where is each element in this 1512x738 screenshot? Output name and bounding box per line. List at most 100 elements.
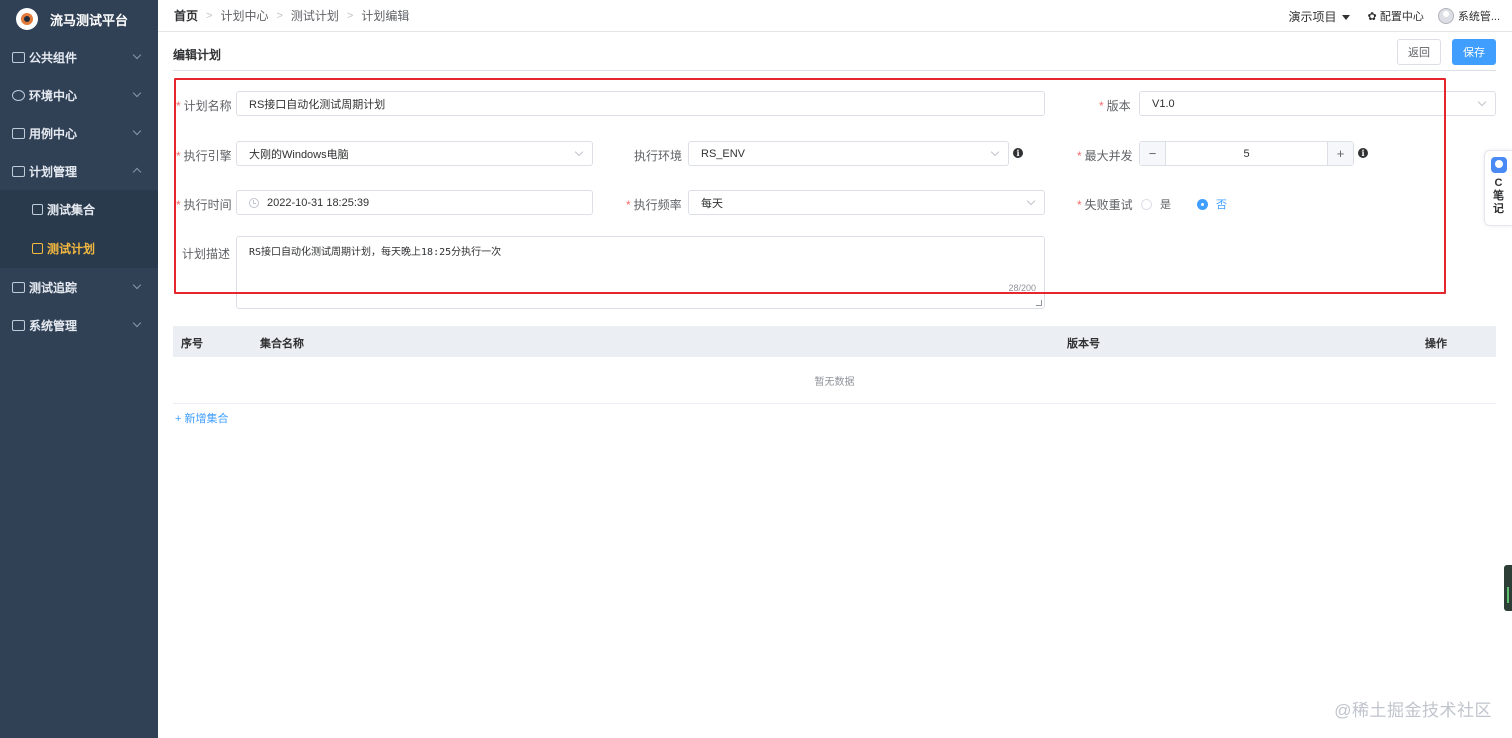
chevron-down-icon (132, 88, 142, 98)
engine-value: 大刚的Windows电脑 (249, 148, 349, 161)
env-label: 执行环境 (634, 147, 682, 164)
sidebar-subitem-test-collection[interactable]: 测试集合 (0, 190, 158, 229)
sidebar-item-cases[interactable]: 用例中心 (0, 114, 158, 152)
concurrency-info-icon[interactable]: i (1358, 148, 1368, 158)
sidebar-item-system[interactable]: 系统管理 (0, 306, 158, 344)
sidebar-item-label: 用例中心 (29, 126, 78, 141)
sidebar-subitem-test-plan[interactable]: 测试计划 (0, 229, 158, 268)
notes-icon (1490, 157, 1507, 173)
notes-label-line2: 笔 (1493, 190, 1504, 202)
save-button[interactable]: 保存 (1452, 39, 1496, 65)
breadcrumb-plan-center[interactable]: 计划中心 (220, 7, 268, 24)
plan-name-input[interactable]: RS接口自动化测试周期计划 (236, 91, 1045, 116)
add-collection-link[interactable]: + 新增集合 (175, 410, 228, 426)
chevron-down-icon (574, 147, 584, 157)
back-button[interactable]: 返回 (1397, 39, 1441, 65)
increment-button[interactable]: + (1327, 142, 1353, 165)
concurrency-stepper: − 5 + (1139, 141, 1354, 166)
sidebar-item-label: 系统管理 (29, 318, 78, 333)
resize-handle-icon[interactable] (1036, 300, 1042, 306)
retry-no-radio[interactable]: 否 (1197, 196, 1227, 212)
collection-icon (32, 204, 43, 215)
user-name: 系统管... (1457, 11, 1500, 23)
chevron-down-icon (990, 147, 1000, 157)
decrement-button[interactable]: − (1140, 142, 1166, 165)
char-counter: 28/200 (1008, 283, 1036, 293)
case-icon (12, 127, 25, 139)
required-marker: * (176, 99, 181, 113)
env-select[interactable]: RS_ENV (688, 141, 1009, 166)
breadcrumb-test-plan[interactable]: 测试计划 (291, 7, 339, 24)
required-marker: * (176, 149, 181, 163)
concurrency-label: * 最大并发 (1077, 147, 1133, 164)
sidebar-item-common-components[interactable]: 公共组件 (0, 38, 158, 76)
required-marker: * (1077, 198, 1082, 212)
env-label-text: 执行环境 (634, 149, 683, 163)
config-center-link[interactable]: ✿ 配置中心 (1368, 8, 1424, 24)
engine-label-text: 执行引擎 (183, 149, 232, 163)
version-label: * 版本 (1099, 97, 1131, 114)
engine-label: * 执行引擎 (176, 147, 232, 164)
side-handle[interactable] (1504, 565, 1512, 611)
sidebar-subitem-label: 测试计划 (47, 242, 96, 256)
version-select[interactable]: V1.0 (1139, 91, 1496, 116)
breadcrumb-home[interactable]: 首页 (174, 7, 198, 24)
column-header-actions: 操作 (1425, 338, 1447, 350)
description-textarea[interactable]: RS接口自动化测试周期计划，每天晚上18:25分执行一次 28/200 (236, 236, 1045, 309)
breadcrumb-separator-icon: > (276, 9, 283, 22)
globe-icon (12, 89, 25, 101)
notes-widget[interactable]: C 笔 记 (1484, 150, 1512, 226)
sidebar-item-label: 测试追踪 (29, 280, 78, 295)
required-marker: * (1077, 149, 1082, 163)
notes-label-line3: 记 (1493, 203, 1504, 215)
sidebar-item-label: 计划管理 (29, 164, 78, 179)
app-logo[interactable]: 流马测试平台 (0, 0, 158, 38)
engine-select[interactable]: 大刚的Windows电脑 (236, 141, 593, 166)
chevron-down-icon (132, 280, 142, 290)
concurrency-input[interactable]: 5 (1166, 142, 1327, 165)
time-label-text: 执行时间 (183, 198, 232, 212)
required-marker: * (626, 198, 631, 212)
retry-yes-radio[interactable]: 是 (1141, 196, 1171, 212)
sidebar-item-plan-management[interactable]: 计划管理 (0, 152, 158, 190)
sidebar-item-environment[interactable]: 环境中心 (0, 76, 158, 114)
clock-icon (249, 197, 259, 208)
test-plan-icon (32, 243, 43, 254)
radio-checked-icon (1197, 198, 1208, 210)
description-value: RS接口自动化测试周期计划，每天晚上18:25分执行一次 (249, 247, 502, 258)
breadcrumb-separator-icon: > (206, 9, 213, 22)
chevron-down-icon (1477, 97, 1487, 107)
column-header-index: 序号 (181, 338, 203, 350)
sidebar-item-test-trace[interactable]: 测试追踪 (0, 268, 158, 306)
radio-circle-icon (1141, 198, 1152, 210)
frequency-label-text: 执行频率 (633, 198, 682, 212)
app-name: 流马测试平台 (50, 12, 129, 28)
config-label: 配置中心 (1379, 11, 1424, 23)
page-title: 编辑计划 (173, 48, 222, 62)
time-picker[interactable]: 2022-10-31 18:25:39 (236, 190, 593, 215)
time-value: 2022-10-31 18:25:39 (267, 196, 370, 209)
chevron-down-icon (132, 318, 142, 328)
gear-icon: ✿ (1367, 11, 1377, 23)
user-menu[interactable]: 系统管... (1437, 8, 1500, 24)
trace-icon (12, 281, 25, 293)
version-value: V1.0 (1152, 97, 1175, 110)
title-divider (173, 70, 1496, 71)
column-header-version: 版本号 (1067, 338, 1100, 350)
sidebar: 流马测试平台 公共组件 环境中心 用例中心 计划管理 测试集合 测试计划 测试追… (0, 0, 158, 738)
plan-icon (12, 165, 25, 177)
component-icon (12, 51, 25, 63)
concurrency-label-text: 最大并发 (1084, 149, 1133, 163)
chevron-down-icon (132, 126, 142, 136)
plan-name-label: * 计划名称 (176, 97, 232, 114)
required-marker: * (1099, 99, 1104, 113)
chevron-down-icon (132, 50, 142, 60)
project-name: 演示项目 (1288, 9, 1337, 24)
frequency-value: 每天 (701, 197, 723, 210)
frequency-select[interactable]: 每天 (688, 190, 1045, 215)
desc-label: 计划描述 (182, 245, 230, 262)
project-selector[interactable]: 演示项目 (1289, 8, 1350, 25)
system-icon (12, 319, 25, 331)
notes-label-c: C (1494, 177, 1503, 189)
env-info-icon[interactable]: i (1013, 148, 1023, 158)
